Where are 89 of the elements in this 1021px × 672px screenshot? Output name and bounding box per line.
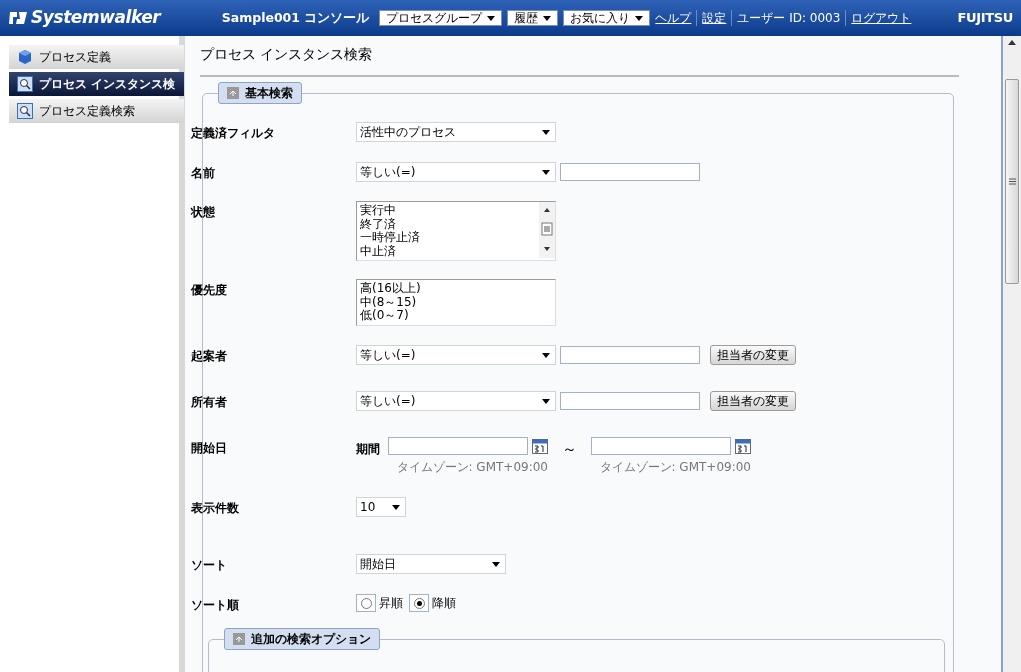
collapse-icon xyxy=(233,633,245,645)
dropdown-value: 等しい(=) xyxy=(360,393,416,410)
section-header[interactable]: 追加の検索オプション xyxy=(224,628,380,650)
list-box[interactable]: 実行中 終了済 一時停止済 中止済 xyxy=(356,201,556,261)
search-icon xyxy=(17,76,33,92)
sidebar-label: プロセス インスタンス検 xyxy=(39,76,176,93)
radio-label: 降順 xyxy=(432,595,456,612)
section-title: 追加の検索オプション xyxy=(251,631,371,648)
radio-button[interactable] xyxy=(413,597,425,609)
field-label: 開始日 xyxy=(191,440,228,457)
period-label: 期間 xyxy=(356,441,380,458)
header-link[interactable]: ログアウト xyxy=(851,9,912,27)
page-title: プロセス インスタンス検索 xyxy=(200,45,374,64)
caret-icon xyxy=(542,398,550,404)
dropdown-value: 等しい(=) xyxy=(360,347,416,364)
header-link[interactable]: 設定 xyxy=(702,9,727,27)
field-label: 起案者 xyxy=(191,348,228,365)
brand-logo: FUJITSU xyxy=(957,9,1013,28)
section-title: 基本検索 xyxy=(245,85,293,102)
caret-icon xyxy=(542,169,550,175)
change-assignee-button[interactable]: 担当者の変更 xyxy=(710,391,796,411)
dropdown[interactable]: 等しい(=) xyxy=(356,345,556,365)
sidebar-label: プロセス定義検索 xyxy=(39,103,135,120)
field-label: 表示件数 xyxy=(191,500,240,517)
dropdown[interactable]: 等しい(=) xyxy=(356,162,556,182)
field-label: ソート順 xyxy=(191,597,240,614)
list-option[interactable]: 中(8～15) xyxy=(360,295,552,309)
field-label: 定義済フィルタ xyxy=(191,125,276,142)
list-option[interactable]: 高(16以上) xyxy=(360,282,552,296)
menu-dropdown[interactable]: お気に入り xyxy=(563,10,651,26)
list-option[interactable]: 実行中 xyxy=(360,204,536,218)
console-title: Sample001 コンソール xyxy=(221,8,370,27)
radio-button[interactable] xyxy=(360,597,372,609)
scroll-thumb[interactable] xyxy=(1005,79,1019,284)
scroll-up-icon[interactable] xyxy=(1008,40,1016,45)
list-option[interactable]: 中止済 xyxy=(360,244,536,258)
caret-icon xyxy=(392,504,400,510)
section-header[interactable]: 基本検索 xyxy=(218,82,302,104)
dropdown-value: 10 xyxy=(360,499,376,516)
caret-icon xyxy=(542,129,550,135)
header-link[interactable]: ヘルプ xyxy=(655,9,692,27)
cube-icon xyxy=(17,49,33,65)
dropdown-value: 開始日 xyxy=(360,556,396,573)
page-scrollbar[interactable] xyxy=(1003,36,1021,672)
menu-dropdown[interactable]: プロセスグループ xyxy=(379,10,503,26)
sidebar-label: プロセス定義 xyxy=(39,49,111,66)
field-label: ソート xyxy=(191,557,228,574)
caret-icon xyxy=(492,561,500,567)
collapse-icon xyxy=(227,87,239,99)
dropdown-value: 活性中のプロセス xyxy=(360,124,456,141)
logo-icon xyxy=(8,9,28,27)
text-field[interactable] xyxy=(591,437,731,455)
timezone-label: タイムゾーン: GMT+09:00 xyxy=(599,459,751,476)
field-label: 名前 xyxy=(191,165,216,182)
field-label: 状態 xyxy=(191,204,216,221)
sidebar-item[interactable]: プロセス定義検索 xyxy=(9,99,184,123)
logo-text: Systemwalker xyxy=(31,6,161,30)
dropdown[interactable]: 等しい(=) xyxy=(356,391,556,411)
list-option[interactable]: 終了済 xyxy=(360,217,536,231)
scrollbar-icon[interactable] xyxy=(539,202,555,258)
text-field[interactable] xyxy=(560,163,700,181)
text-field[interactable] xyxy=(560,346,700,364)
list-box[interactable]: 高(16以上) 中(8～15) 低(0～7) xyxy=(356,279,556,326)
calendar-icon[interactable] xyxy=(532,438,548,454)
list-option[interactable]: 低(0～7) xyxy=(360,309,552,323)
dropdown[interactable]: 開始日 xyxy=(356,554,506,574)
field-label: 優先度 xyxy=(191,282,228,299)
caret-icon xyxy=(542,352,550,358)
sidebar-item[interactable]: プロセス インスタンス検 xyxy=(9,72,184,96)
caret-icon xyxy=(487,15,496,21)
dropdown[interactable]: 10 xyxy=(356,497,406,517)
calendar-icon[interactable] xyxy=(735,438,751,454)
text-field[interactable] xyxy=(388,437,528,455)
timezone-label: タイムゾーン: GMT+09:00 xyxy=(396,459,548,476)
change-assignee-button[interactable]: 担当者の変更 xyxy=(710,345,796,365)
caret-icon xyxy=(543,15,552,21)
text-field[interactable] xyxy=(560,392,700,410)
user-id: ユーザー ID: 0003 xyxy=(737,10,841,27)
tilde-separator: ～ xyxy=(562,439,577,460)
radio-label: 昇順 xyxy=(379,595,403,612)
menu-dropdown[interactable]: 履歴 xyxy=(507,10,559,26)
dropdown[interactable]: 活性中のプロセス xyxy=(356,122,556,142)
grip-icon xyxy=(1008,178,1016,185)
field-label: 所有者 xyxy=(191,394,228,411)
dropdown-value: 等しい(=) xyxy=(360,164,416,181)
sidebar-item[interactable]: プロセス定義 xyxy=(9,45,184,69)
caret-icon xyxy=(635,15,644,21)
search-icon xyxy=(17,103,33,119)
list-option[interactable]: 一時停止済 xyxy=(360,231,536,245)
